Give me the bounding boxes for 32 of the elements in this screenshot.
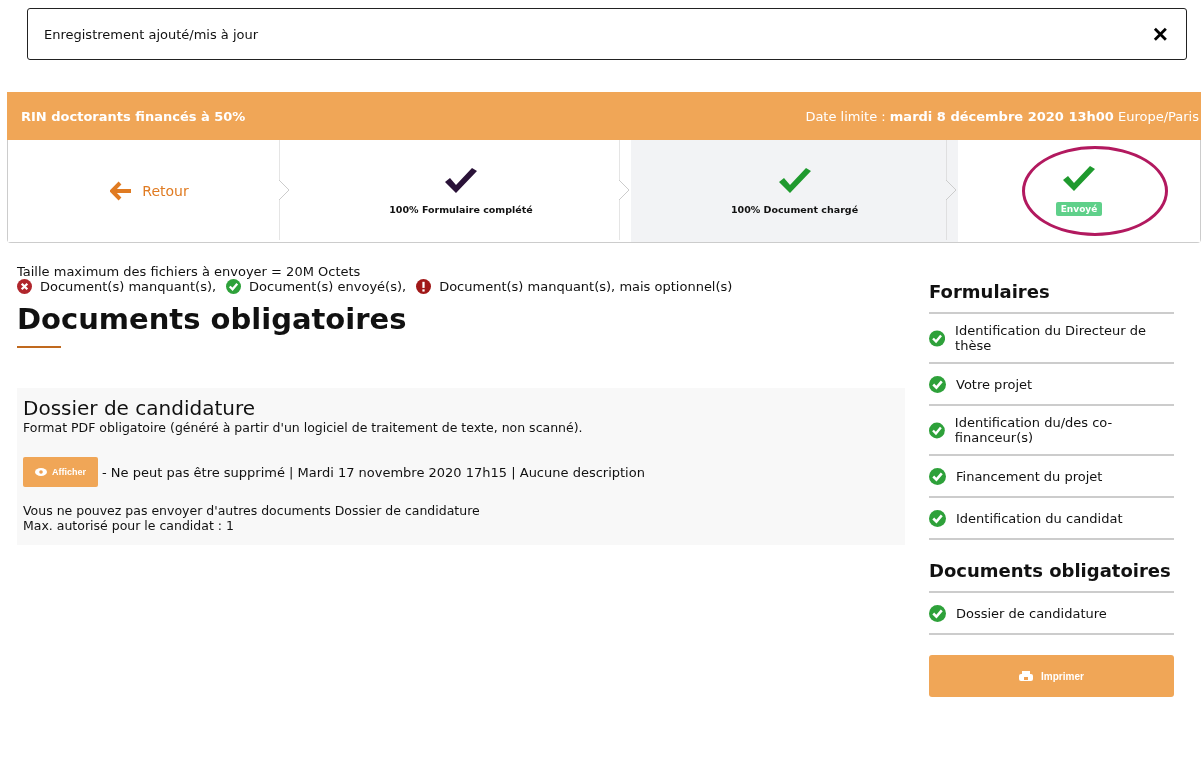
sidebar-item[interactable]: Identification du Directeur de thèse <box>929 314 1174 364</box>
arrow-left-icon <box>110 181 133 201</box>
step-label: 100% Document chargé <box>730 203 859 215</box>
eye-icon <box>35 468 47 476</box>
sidebar-item[interactable]: Identification du/des co-financeur(s) <box>929 406 1174 456</box>
printer-icon <box>1019 671 1034 681</box>
legend-label: Document(s) manquant(s), <box>40 279 217 294</box>
step-label: 100% Formulaire complété <box>389 203 533 215</box>
status-badge: Envoyé <box>1055 202 1103 216</box>
sidebar-item[interactable]: Votre projet <box>929 364 1174 406</box>
document-title: Dossier de candidature <box>23 396 256 420</box>
document-details: - Ne peut pas être supprimé | Mardi 17 novembre 2020 17h15 | Aucune description <box>102 464 645 480</box>
cross-circle-icon <box>17 279 32 294</box>
sidebar-heading: Documents obligatoires <box>929 560 1174 593</box>
sidebar-item[interactable]: Identification du candidat <box>929 498 1174 540</box>
legend-label: Document(s) manquant(s), mais optionnel(s) <box>439 279 733 294</box>
file-size-info: Taille maximum des fichiers à envoyer = 20M Octets <box>17 264 362 279</box>
legend-label: Document(s) envoyé(s), <box>249 279 407 294</box>
close-button[interactable]: × <box>1148 21 1172 47</box>
deadline-text: Date limite : mardi 8 décembre 2020 13h00 Europe/Paris <box>805 108 1199 124</box>
document-note: Vous ne pouvez pas envoyer d'autres documents Dossier de candidature <box>23 503 481 518</box>
check-circle-icon <box>226 279 242 294</box>
exclamation-circle-icon <box>416 279 432 294</box>
sidebar-item[interactable]: Financement du projet <box>929 456 1174 498</box>
document-note: Max. autorisé pour le candidat : 1 <box>23 518 235 533</box>
step-panel[interactable]: 100% Document chargé <box>631 140 958 242</box>
notification-message: Enregistrement ajouté/mis à jour <box>44 26 259 42</box>
format-note: Format PDF obligatoire (généré à partir d'un logiciel de traitement de texte, non scanné). <box>23 420 584 435</box>
call-title: RIN doctorants financés à 50% <box>21 108 246 124</box>
sidebar-heading: Formulaires <box>929 281 1174 314</box>
sidebar-item[interactable]: Dossier de candidature <box>929 593 1174 635</box>
section-title: Documents obligatoires <box>17 302 408 336</box>
